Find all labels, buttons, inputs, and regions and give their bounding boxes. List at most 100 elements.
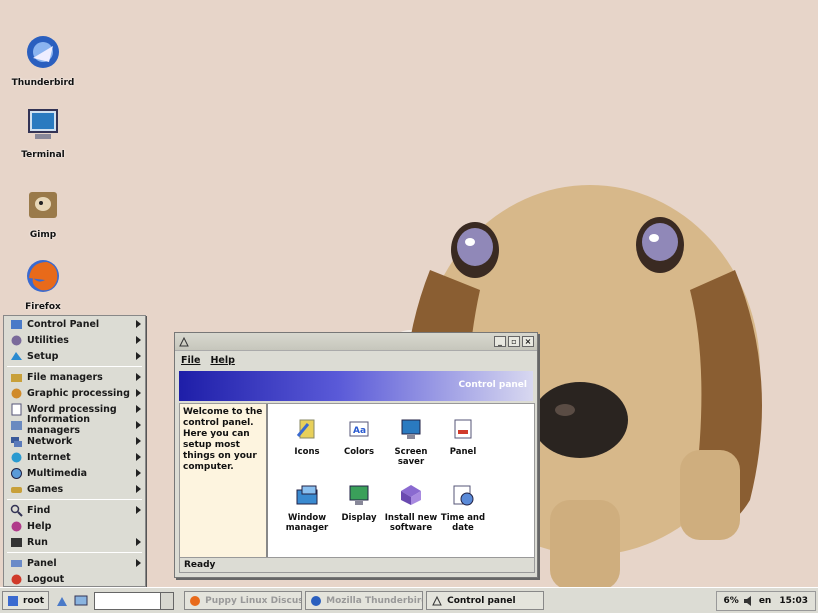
puppy-app-icon [179,336,189,346]
menu-item-control-panel[interactable]: Control Panel [4,316,145,332]
cp-item-colors[interactable]: Aa Colors [330,416,388,457]
window-manager-icon [296,485,318,505]
desktop-icon[interactable] [74,594,88,608]
run-icon [11,537,22,547]
window-titlebar[interactable]: _ ▫ × [175,333,537,351]
cp-item-window-manager[interactable]: Window manager [278,482,336,533]
menu-item-setup[interactable]: Setup [4,348,145,364]
submenu-arrow-icon [136,437,141,445]
menu-item-label: Find [27,504,51,516]
menu-separator [7,552,142,553]
file-managers-icon [11,373,22,382]
menu-help[interactable]: Help [210,355,234,366]
menu-item-multimedia[interactable]: Multimedia [4,465,145,481]
menu-separator [7,499,142,500]
maximize-button[interactable]: ▫ [508,336,520,347]
menu-item-graphic-processing[interactable]: Graphic processing [4,385,145,401]
desktop-icon-label: Thunderbird [11,78,75,88]
menu-item-label: Multimedia [27,467,88,479]
submenu-arrow-icon [136,538,141,546]
desktop-icon-thunderbird[interactable]: Thunderbird [8,32,78,88]
cp-item-install-software[interactable]: Install new software [382,482,440,533]
firefox-icon [190,595,201,606]
speaker-icon[interactable] [743,595,755,607]
menu-item-label: Logout [27,573,65,585]
icons-icon [296,419,315,439]
menu-item-label: Help [27,520,52,532]
games-icon [11,486,22,493]
submenu-arrow-icon [136,559,141,567]
panel-settings-icon [454,419,472,439]
control-panel-banner: Control panel [179,371,533,401]
submenu-arrow-icon [136,352,141,360]
cp-item-time-date[interactable]: Time and date [434,482,492,533]
menu-item-label: Games [27,483,64,495]
desktop-icon-label: Terminal [21,150,65,160]
information-managers-icon [11,420,22,430]
desktop-icon-terminal[interactable]: Terminal [8,104,78,160]
taskbar-dropdown[interactable] [94,591,175,610]
menu-item-utilities[interactable]: Utilities [4,332,145,348]
terminal-icon [28,109,58,139]
menu-item-label: Word processing [27,403,117,415]
desktop-icon-label: Gimp [29,230,57,240]
task-control-panel[interactable]: Control panel [426,591,545,610]
menu-item-run[interactable]: Run [4,534,145,550]
menu-item-help[interactable]: Help [4,518,145,534]
home-icon[interactable] [55,594,69,608]
submenu-arrow-icon [136,453,141,461]
control-panel-icon [11,319,22,329]
banner-title: Control panel [458,380,527,390]
control-panel-window: _ ▫ × File Help Control panel Welcome to… [174,332,538,578]
task-label: Mozilla Thunderbird [326,595,424,606]
utilities-icon [11,335,22,345]
task-label: Control panel [447,595,516,606]
cpu-usage[interactable]: 6% [724,596,739,606]
menu-item-file-managers[interactable]: File managers [4,369,145,385]
menu-item-label: Panel [27,557,57,569]
control-panel-body: Welcome to the control panel. Here you c… [179,403,535,559]
network-icon [11,436,22,447]
clock[interactable]: 15:03 [779,596,808,606]
menu-item-information-managers[interactable]: Information managers [4,414,145,436]
chevron-down-icon [160,592,174,609]
menu-file[interactable]: File [181,355,200,366]
desktop-icon-firefox[interactable]: Firefox [8,256,78,312]
find-icon [10,504,23,517]
task-label: Puppy Linux Discuss [205,595,303,606]
logout-icon [11,574,22,584]
cp-item-label: Colors [343,447,375,457]
cp-item-icons[interactable]: Icons [278,416,336,457]
submenu-arrow-icon [136,320,141,328]
cp-item-screen-saver[interactable]: Screen saver [382,416,440,467]
word-processing-icon [11,403,22,415]
close-button[interactable]: × [522,336,534,347]
cp-item-panel[interactable]: Panel [434,416,492,457]
gimp-icon [29,192,57,218]
minimize-button[interactable]: _ [494,336,506,347]
keyboard-language[interactable]: en [759,596,772,606]
menu-item-label: Internet [27,451,71,463]
submenu-arrow-icon [136,336,141,344]
task-mozilla-thunderbird[interactable]: Mozilla Thunderbird [305,591,424,610]
thunderbird-icon [27,36,59,68]
desktop-icon-gimp[interactable]: Gimp [8,184,78,240]
welcome-text: Welcome to the control panel. Here you c… [180,404,268,558]
system-tray: 6% en 15:03 [715,590,816,611]
task-puppy-linux-discuss[interactable]: Puppy Linux Discuss [184,591,303,610]
menu-item-network[interactable]: Network [4,433,145,449]
menu-item-games[interactable]: Games [4,481,145,497]
desktop-icon-label: Firefox [25,302,61,312]
cp-item-label: Window manager [285,513,329,533]
start-button[interactable]: root [2,591,50,610]
submenu-arrow-icon [136,506,141,514]
menu-item-panel[interactable]: Panel [4,555,145,571]
submenu-arrow-icon [136,469,141,477]
cp-item-display[interactable]: Display [330,482,388,523]
submenu-arrow-icon [136,485,141,493]
firefox-icon [27,260,59,292]
window-menubar: File Help [175,351,537,369]
menu-item-find[interactable]: Find [4,502,145,518]
menu-item-logout[interactable]: Logout [4,571,145,587]
menu-item-internet[interactable]: Internet [4,449,145,465]
